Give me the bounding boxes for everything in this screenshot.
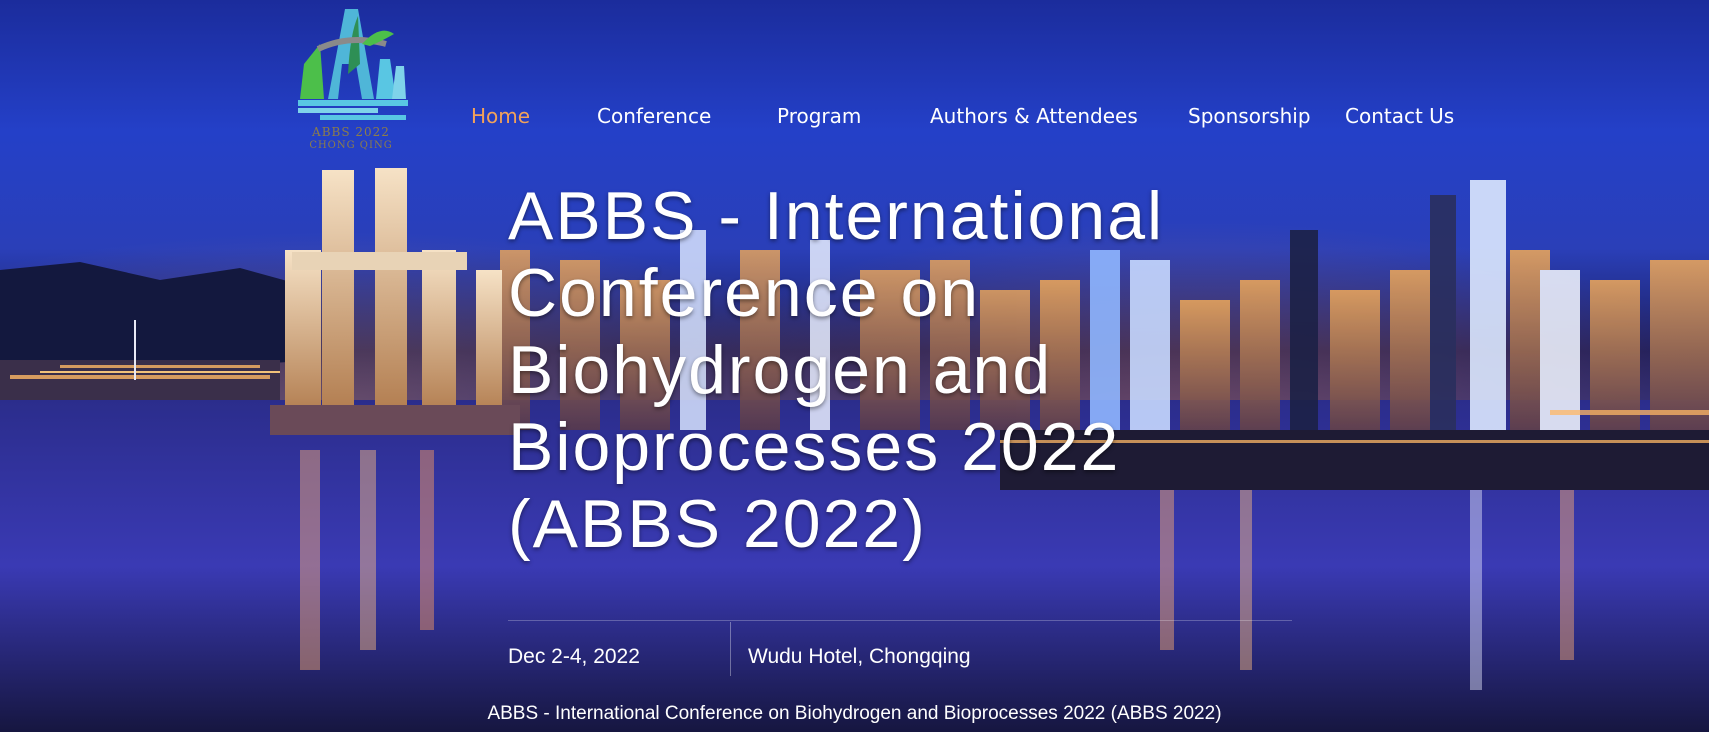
conference-title: ABBS - International Conference on Biohy… [508, 178, 1165, 562]
footer-caption: ABBS - International Conference on Biohy… [487, 703, 1222, 724]
nav-item-home[interactable]: Home [471, 104, 530, 128]
conference-date: Dec 2-4, 2022 [508, 645, 640, 668]
nav-item-authors-attendees[interactable]: Authors & Attendees [930, 104, 1138, 128]
nav-item-sponsorship[interactable]: Sponsorship [1188, 104, 1311, 128]
nav-item-conference[interactable]: Conference [597, 104, 711, 128]
hero-banner: ABBS 2022 CHONG QING Home Conference Pro… [0, 0, 1709, 732]
nav-item-contact-us[interactable]: Contact Us [1345, 104, 1454, 128]
conference-venue: Wudu Hotel, Chongqing [748, 645, 971, 668]
nav-item-program[interactable]: Program [777, 104, 861, 128]
info-vertical-divider [730, 622, 731, 676]
logo-text-city: CHONG QING [309, 140, 393, 151]
info-divider-line [508, 620, 1292, 621]
main-nav: Home Conference Program Authors & Attend… [0, 104, 1709, 136]
